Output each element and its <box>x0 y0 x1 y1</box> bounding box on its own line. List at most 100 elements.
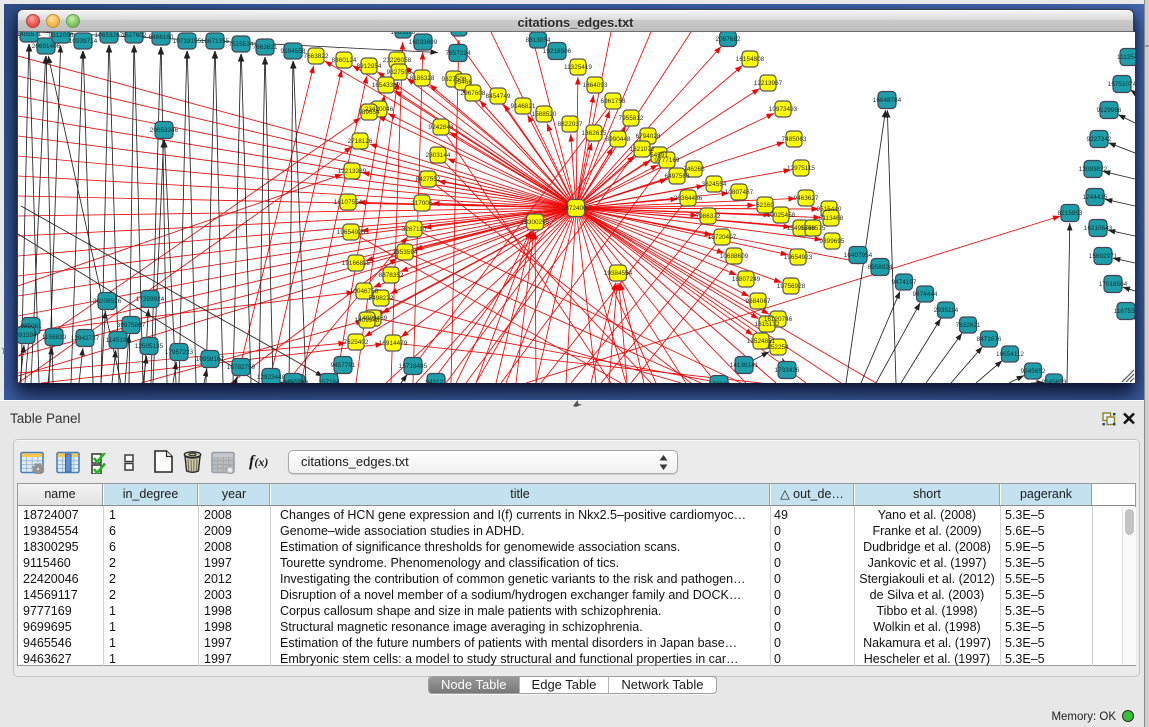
svg-text:1527602: 1527602 <box>122 32 147 39</box>
svg-text:989654: 989654 <box>358 109 380 116</box>
svg-text:945779: 945779 <box>282 379 304 383</box>
svg-text:16648784: 16648784 <box>873 97 902 104</box>
svg-text:23226058: 23226058 <box>383 57 412 64</box>
svg-text:12213967: 12213967 <box>754 80 783 87</box>
svg-text:10653267: 10653267 <box>95 32 124 39</box>
svg-text:9327503: 9327503 <box>387 69 412 76</box>
svg-text:8813054: 8813054 <box>526 37 551 44</box>
svg-text:9242843: 9242843 <box>429 124 454 131</box>
svg-text:10654112: 10654112 <box>996 351 1024 358</box>
svg-text:6466160: 6466160 <box>149 34 174 41</box>
svg-text:157164: 157164 <box>318 379 340 383</box>
svg-text:7857224: 7857224 <box>446 50 471 57</box>
svg-text:10807487: 10807487 <box>725 189 754 196</box>
svg-text:9129966: 9129966 <box>1097 107 1122 114</box>
svg-text:16210643: 16210643 <box>1084 225 1113 232</box>
svg-text:1615132: 1615132 <box>755 321 780 328</box>
svg-text:1409948: 1409948 <box>355 317 380 324</box>
svg-text:8912954: 8912954 <box>357 63 382 70</box>
svg-text:10719155: 10719155 <box>173 38 202 45</box>
svg-text:6794028: 6794028 <box>636 133 661 140</box>
svg-text:16154808: 16154808 <box>736 56 765 63</box>
svg-text:7955812: 7955812 <box>619 115 644 122</box>
svg-text:17016504: 17016504 <box>1099 281 1128 288</box>
svg-text:3624554: 3624554 <box>702 181 727 188</box>
svg-text:1405571: 1405571 <box>18 32 42 38</box>
svg-text:252254: 252254 <box>767 344 789 351</box>
svg-text:10025458: 10025458 <box>767 212 796 219</box>
svg-text:1065328: 1065328 <box>391 32 416 36</box>
svg-text:1733426: 1733426 <box>775 367 800 374</box>
svg-text:19654923: 19654923 <box>784 254 813 261</box>
svg-text:39975867: 39975867 <box>117 322 146 329</box>
svg-text:2935114: 2935114 <box>934 307 959 314</box>
svg-text:117006: 117006 <box>412 200 433 207</box>
svg-text:15692971: 15692971 <box>1089 253 1118 260</box>
svg-text:9684067: 9684067 <box>746 298 771 305</box>
svg-text:8454749: 8454749 <box>486 93 511 100</box>
svg-text:3267110: 3267110 <box>402 226 427 233</box>
svg-text:18724007: 18724007 <box>562 205 591 212</box>
svg-text:7485063: 7485063 <box>782 136 807 143</box>
svg-text:9474197: 9474197 <box>892 279 917 286</box>
svg-text:1145194: 1145194 <box>106 337 131 344</box>
svg-text:16671355: 16671355 <box>201 38 230 45</box>
svg-text:9146821: 9146821 <box>511 103 536 110</box>
svg-text:16033809: 16033809 <box>409 39 438 46</box>
svg-text:9777169: 9777169 <box>655 157 680 164</box>
svg-text:19384554: 19384554 <box>604 270 633 277</box>
svg-text:1588520: 1588520 <box>532 111 557 118</box>
svg-text:10688609: 10688609 <box>720 253 749 260</box>
svg-text:7663821: 7663821 <box>253 44 278 51</box>
svg-text:7515524: 7515524 <box>229 41 254 48</box>
svg-text:8822037: 8822037 <box>558 121 583 128</box>
svg-text:5498222: 5498222 <box>369 295 394 302</box>
svg-text:15716485: 15716485 <box>399 363 428 370</box>
svg-text:6497568: 6497568 <box>665 173 690 180</box>
svg-text:20691406: 20691406 <box>32 43 61 50</box>
svg-text:8958924: 8958924 <box>868 264 893 271</box>
svg-text:16543382: 16543382 <box>372 82 401 89</box>
svg-text:16782759: 16782759 <box>227 364 256 371</box>
svg-text:8878352: 8878352 <box>379 272 404 279</box>
svg-text:10046758: 10046758 <box>350 288 379 295</box>
svg-text:173342: 173342 <box>708 381 730 383</box>
svg-text:15751074: 15751074 <box>1108 81 1135 88</box>
svg-text:9245652: 9245652 <box>1021 368 1046 375</box>
svg-text:11325419: 11325419 <box>564 64 592 71</box>
svg-text:8215953: 8215953 <box>1058 210 1083 217</box>
svg-text:17957223: 17957223 <box>165 349 194 356</box>
svg-text:2803144: 2803144 <box>426 152 451 159</box>
svg-text:10973493: 10973493 <box>769 106 798 113</box>
svg-text:12093822: 12093822 <box>1079 166 1108 173</box>
svg-text:9463627: 9463627 <box>794 195 819 202</box>
svg-text:2087682: 2087682 <box>716 36 741 43</box>
svg-text:7986372: 7986372 <box>696 213 721 220</box>
svg-text:20206526: 20206526 <box>93 298 122 305</box>
svg-text:9227342: 9227342 <box>1087 136 1112 143</box>
svg-text:1549575: 1549575 <box>801 225 826 232</box>
svg-text:16107554: 16107554 <box>334 199 363 206</box>
svg-text:14136141: 14136141 <box>730 362 759 369</box>
svg-text:19654925: 19654925 <box>337 229 366 236</box>
svg-text:18300295: 18300295 <box>521 219 550 226</box>
svg-text:6961758: 6961758 <box>601 98 626 105</box>
svg-text:9194558: 9194558 <box>281 48 306 55</box>
svg-text:62160: 62160 <box>756 202 774 209</box>
svg-text:17359924: 17359924 <box>136 296 165 303</box>
svg-text:15720407: 15720407 <box>708 234 737 241</box>
svg-text:1112541: 1112541 <box>1117 54 1135 61</box>
svg-text:8427552: 8427552 <box>416 176 441 183</box>
svg-text:19756928: 19756928 <box>777 283 806 290</box>
svg-text:943121: 943121 <box>425 379 447 383</box>
svg-text:391594: 391594 <box>18 332 37 339</box>
svg-text:19166825: 19166825 <box>342 260 371 267</box>
svg-text:1362615: 1362615 <box>582 130 607 137</box>
svg-text:19218506: 19218506 <box>543 48 572 55</box>
svg-text:1244415: 1244415 <box>1083 194 1108 201</box>
svg-text:20053346: 20053346 <box>150 127 179 134</box>
svg-text:9457791: 9457791 <box>331 362 356 369</box>
svg-text:1864093: 1864093 <box>583 82 608 89</box>
svg-text:985081: 985081 <box>20 323 42 330</box>
svg-text:2718126: 2718126 <box>348 138 373 145</box>
